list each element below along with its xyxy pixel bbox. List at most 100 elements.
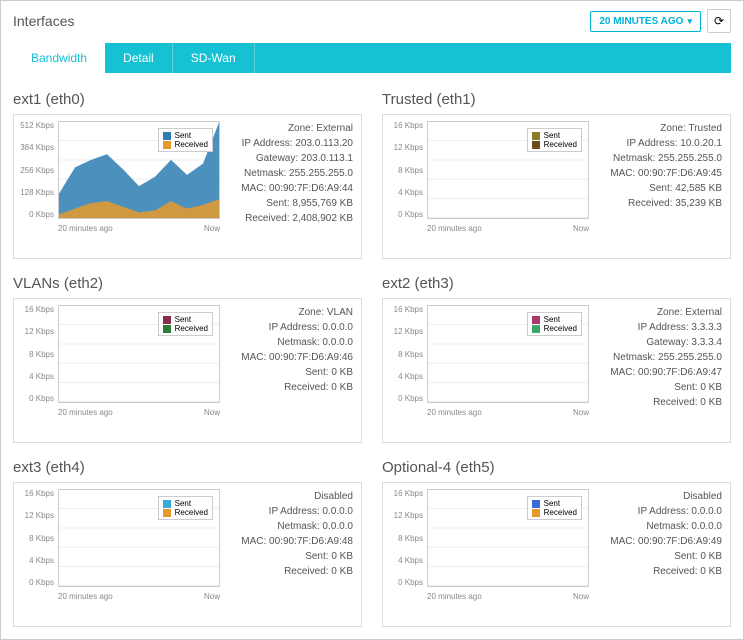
tab-bandwidth[interactable]: Bandwidth [13,43,105,73]
interface-card: 16 Kbps12 Kbps8 Kbps4 Kbps0 KbpsSentRece… [13,298,362,443]
interface-panel: ext1 (eth0) 512 Kbps 384 Kbps 256 Kbps 128 K… [13,91,362,259]
y-tick-label: 4 Kbps [20,372,54,381]
x-label-left: 20 minutes ago [427,224,482,233]
chart-plot: SentReceived [427,489,589,587]
page-title: Interfaces [13,13,74,29]
info-row: Disabled [597,489,722,504]
chart-plot: SentReceived [58,121,220,219]
interface-title: Optional-4 (eth5) [382,459,731,476]
legend-swatch [532,509,540,517]
y-tick-label: 384 Kbps [20,143,54,152]
interface-panel: ext2 (eth3)16 Kbps12 Kbps8 Kbps4 Kbps0 K… [382,275,731,443]
info-row: IP Address: 10.0.20.1 [597,136,722,151]
chart-area: 16 Kbps12 Kbps8 Kbps4 Kbps0 KbpsSentRece… [20,489,220,620]
legend-item: Received [163,140,208,149]
chart-plot: SentReceived [427,121,589,219]
legend-label: Sent [544,499,560,508]
info-row: Received: 0 KB [228,564,353,579]
legend-label: Received [544,324,577,333]
legend-item: Received [163,508,208,517]
info-row: Zone: Trusted [597,121,722,136]
tab-bar: Bandwidth Detail SD-Wan [13,43,731,73]
chart-legend: SentReceived [527,496,582,520]
y-tick-label: 12 Kbps [20,327,54,336]
legend-item: Received [532,508,577,517]
chart-area: 16 Kbps12 Kbps8 Kbps4 Kbps0 KbpsSentRece… [389,305,589,436]
x-label-right: Now [573,408,589,417]
info-row: Netmask: 0.0.0.0 [228,519,353,534]
y-tick-label: 256 Kbps [20,166,54,175]
y-tick-label: 16 Kbps [20,489,54,498]
info-row: MAC: 00:90:7F:D6:A9:47 [597,365,722,380]
interface-card: 16 Kbps12 Kbps8 Kbps4 Kbps0 KbpsSentRece… [382,298,731,443]
info-row: MAC: 00:90:7F:D6:A9:46 [228,350,353,365]
info-row: Netmask: 255.255.255.0 [597,151,722,166]
legend-swatch [163,509,171,517]
interface-panel: Trusted (eth1)16 Kbps12 Kbps8 Kbps4 Kbps… [382,91,731,259]
y-tick-label: 512 Kbps [20,121,54,130]
chart-legend: SentReceived [158,128,213,152]
y-tick-label: 8 Kbps [389,534,423,543]
chart-area: 16 Kbps12 Kbps8 Kbps4 Kbps0 KbpsSentRece… [389,489,589,620]
x-label-right: Now [573,224,589,233]
info-row: MAC: 00:90:7F:D6:A9:48 [228,534,353,549]
interface-panel: ext3 (eth4)16 Kbps12 Kbps8 Kbps4 Kbps0 K… [13,459,362,627]
y-tick-label: 8 Kbps [20,534,54,543]
legend-item: Sent [532,499,577,508]
y-tick-label: 16 Kbps [389,305,423,314]
info-row: Received: 35,239 KB [597,196,722,211]
refresh-button[interactable]: ⟳ [707,9,731,33]
legend-item: Received [163,324,208,333]
legend-swatch [532,325,540,333]
info-row: MAC: 00:90:7F:D6:A9:49 [597,534,722,549]
info-row: MAC: 00:90:7F:D6:A9:44 [228,181,353,196]
x-label-right: Now [204,224,220,233]
y-tick-label: 128 Kbps [20,188,54,197]
y-tick-label: 16 Kbps [389,121,423,130]
interface-info: DisabledIP Address: 0.0.0.0Netmask: 0.0.… [597,489,724,620]
x-label-left: 20 minutes ago [58,224,113,233]
interface-card: 16 Kbps12 Kbps8 Kbps4 Kbps0 KbpsSentRece… [13,482,362,627]
y-tick-label: 0 Kbps [20,394,54,403]
info-row: Sent: 42,585 KB [597,181,722,196]
legend-item: Sent [532,315,577,324]
tab-detail[interactable]: Detail [105,43,173,73]
legend-item: Sent [163,499,208,508]
info-row: IP Address: 0.0.0.0 [228,504,353,519]
legend-item: Sent [163,315,208,324]
interface-info: Zone: ExternalIP Address: 203.0.113.20Ga… [228,121,355,252]
y-tick-label: 0 Kbps [389,394,423,403]
info-row: IP Address: 3.3.3.3 [597,320,722,335]
info-row: Gateway: 3.3.3.4 [597,335,722,350]
y-tick-label: 4 Kbps [389,372,423,381]
legend-swatch [532,141,540,149]
tab-sd-wan[interactable]: SD-Wan [173,43,255,73]
y-tick-label: 12 Kbps [389,143,423,152]
x-label-left: 20 minutes ago [58,592,113,601]
y-tick-label: 4 Kbps [389,556,423,565]
y-tick-label: 16 Kbps [20,305,54,314]
legend-label: Received [175,140,208,149]
chart-legend: SentReceived [527,128,582,152]
y-tick-label: 4 Kbps [389,188,423,197]
x-label-left: 20 minutes ago [427,592,482,601]
chart-plot: SentReceived [58,305,220,403]
info-row: Sent: 0 KB [597,380,722,395]
legend-label: Sent [544,131,560,140]
time-range-dropdown[interactable]: 20 MINUTES AGO [590,11,701,32]
interface-panel: Optional-4 (eth5)16 Kbps12 Kbps8 Kbps4 K… [382,459,731,627]
interface-info: DisabledIP Address: 0.0.0.0Netmask: 0.0.… [228,489,355,620]
info-row: Received: 0 KB [597,395,722,410]
legend-label: Received [544,140,577,149]
interface-title: ext2 (eth3) [382,275,731,292]
legend-swatch [532,316,540,324]
info-row: IP Address: 0.0.0.0 [597,504,722,519]
info-row: Netmask: 0.0.0.0 [597,519,722,534]
legend-item: Sent [532,131,577,140]
interface-title: ext1 (eth0) [13,91,362,108]
legend-swatch [532,132,540,140]
info-row: Netmask: 255.255.255.0 [597,350,722,365]
legend-label: Sent [544,315,560,324]
info-row: Received: 2,408,902 KB [228,211,353,226]
y-tick-label: 12 Kbps [389,511,423,520]
